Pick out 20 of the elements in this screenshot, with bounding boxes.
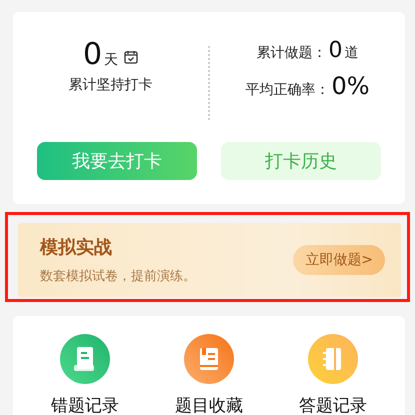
- notebook-icon: [308, 334, 358, 384]
- document-icon: [60, 334, 110, 384]
- banner-subtitle: 数套模拟试卷，提前演练。: [40, 268, 196, 285]
- start-button[interactable]: 立即做题>: [293, 245, 385, 275]
- banner-title: 模拟实战: [40, 236, 113, 259]
- days-label: 累计坚持打卡: [68, 76, 152, 94]
- calendar-icon: [124, 50, 138, 64]
- total-unit: 道: [344, 44, 358, 62]
- mock-exam-banner[interactable]: 模拟实战 数套模拟试卷，提前演练。 立即做题>: [18, 223, 401, 297]
- accuracy-label: 平均正确率：: [245, 81, 330, 99]
- total-value: 0: [328, 38, 342, 64]
- total-label: 累计做题：: [256, 44, 326, 62]
- accuracy-value: 0%: [331, 72, 370, 100]
- history-button[interactable]: 打卡历史: [221, 142, 381, 180]
- shortcut-label[interactable]: 错题记录: [51, 394, 119, 415]
- book-icon: [184, 334, 234, 384]
- shortcut-label[interactable]: 答题记录: [299, 394, 367, 415]
- shortcut-label[interactable]: 题目收藏: [175, 394, 243, 415]
- days-value: 0: [82, 38, 102, 72]
- days-unit: 天: [104, 51, 118, 69]
